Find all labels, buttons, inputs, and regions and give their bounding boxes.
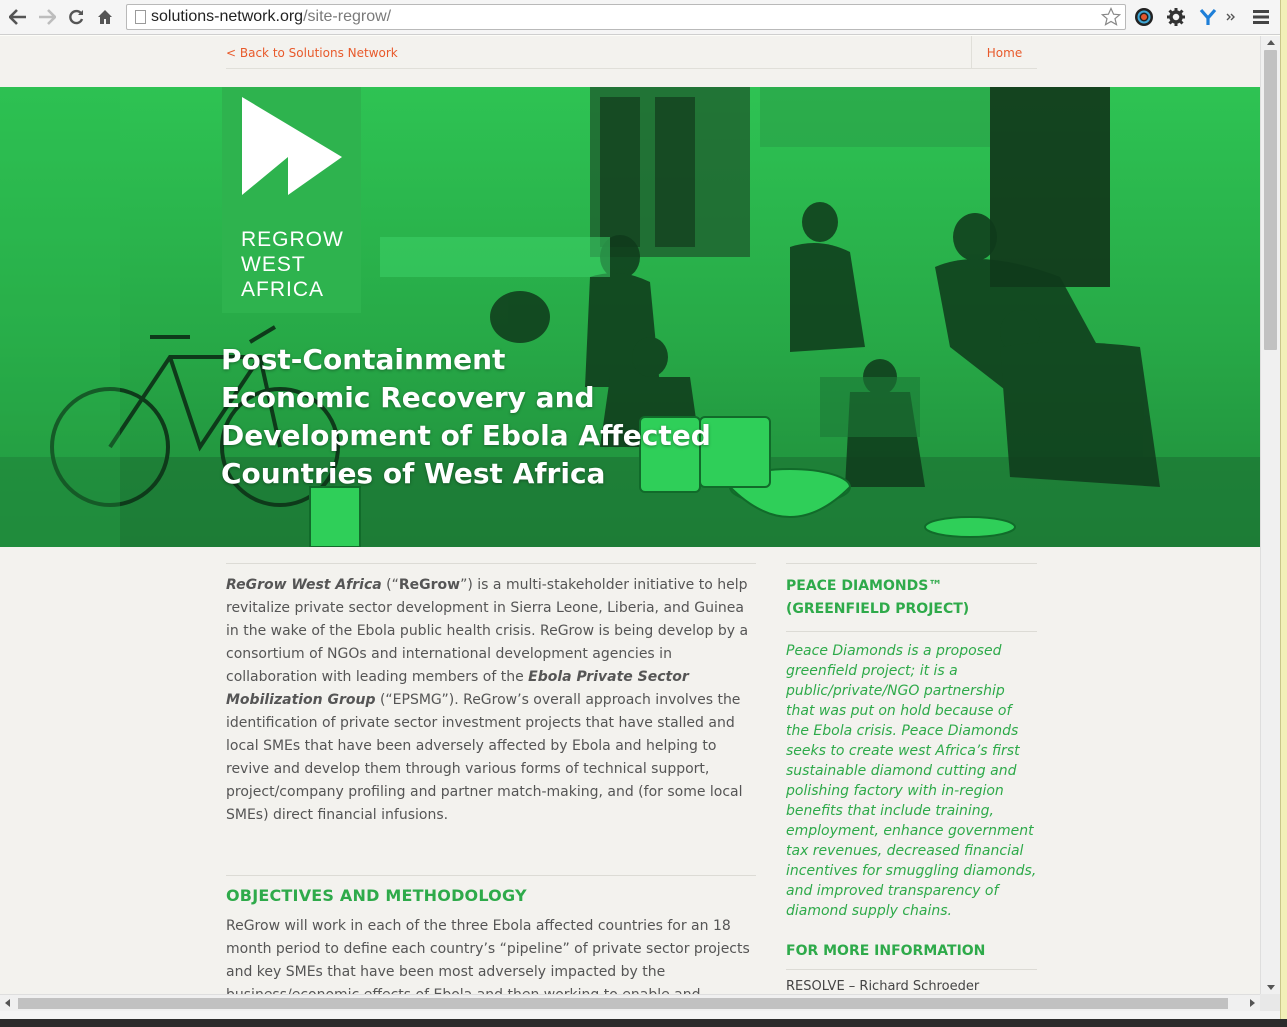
scroll-up-arrow-icon[interactable] [1267, 40, 1275, 45]
page-viewport: < Back to Solutions Network Home REGROW … [0, 36, 1260, 994]
url-text[interactable]: solutions-network.org/site-regrow/ [151, 8, 391, 26]
title-line: Economic Recovery and [221, 381, 595, 414]
horizontal-scrollbar[interactable] [0, 994, 1260, 1011]
regrow-play-logo [242, 97, 342, 195]
peace-diamonds-description: Peace Diamonds is a proposed greenfield … [786, 643, 1037, 919]
contact-line[interactable]: RESOLVE – Richard Schroeder [786, 979, 1037, 994]
page-icon [135, 10, 146, 24]
scrollbar-corner [1260, 994, 1280, 1011]
scroll-right-arrow-icon[interactable] [1250, 999, 1255, 1007]
page-title: Post-Containment Economic Recovery and D… [221, 341, 741, 493]
window-bottom-edge [0, 1011, 1280, 1019]
more-information-heading: FOR MORE INFORMATION [786, 943, 1037, 970]
main-content: ReGrow West Africa (“ReGrow”) is a multi… [226, 563, 756, 994]
logo-line: REGROW [241, 228, 344, 251]
org-name: ReGrow West Africa [226, 577, 382, 593]
back-arrow-icon[interactable] [5, 4, 31, 30]
logo-line: AFRICA [241, 278, 325, 301]
address-bar[interactable]: solutions-network.org/site-regrow/ [126, 4, 1126, 30]
objectives-heading: OBJECTIVES AND METHODOLOGY [226, 886, 527, 905]
intro-paragraph: ReGrow West Africa (“ReGrow”) is a multi… [226, 574, 756, 827]
y-extension-icon[interactable] [1195, 4, 1221, 30]
divider [786, 563, 1037, 564]
title-line: Countries of West Africa [221, 457, 606, 490]
logo-text: REGROW WEST AFRICA [241, 227, 344, 302]
window-frame-right [1280, 0, 1287, 1027]
back-to-solutions-network-link[interactable]: < Back to Solutions Network [226, 46, 398, 60]
intro-text: (“ [381, 577, 399, 593]
title-line: Development of Ebola Affected [221, 419, 711, 452]
title-line: Post-Containment [221, 343, 506, 376]
menu-icon[interactable] [1248, 4, 1274, 30]
hero-banner: REGROW WEST AFRICA Post-Containment Econ… [0, 87, 1260, 547]
forward-arrow-icon[interactable] [34, 4, 60, 30]
logo-line: WEST [241, 253, 306, 276]
taskbar-edge [0, 1019, 1287, 1027]
overflow-chevron-icon[interactable] [1222, 4, 1240, 30]
gear-icon[interactable] [1163, 4, 1189, 30]
heading-line: (GREENFIELD PROJECT) [786, 601, 970, 617]
peace-diamonds-heading: PEACE DIAMONDS™ (GREENFIELD PROJECT) [786, 575, 1037, 632]
divider [226, 563, 756, 564]
scroll-down-arrow-icon[interactable] [1267, 985, 1275, 990]
browser-toolbar: solutions-network.org/site-regrow/ [0, 0, 1280, 35]
star-icon[interactable] [1100, 7, 1122, 27]
intro-text: (“EPSMG”). ReGrow’s overall approach inv… [226, 692, 743, 823]
vertical-scrollbar[interactable] [1260, 36, 1280, 994]
home-link[interactable]: Home [971, 36, 1037, 69]
regrow-logo[interactable]: REGROW WEST AFRICA [222, 87, 361, 313]
home-icon[interactable] [92, 4, 118, 30]
top-navigation: < Back to Solutions Network Home [226, 36, 1037, 69]
color-wheel-icon[interactable] [1131, 4, 1157, 30]
horizontal-scroll-thumb[interactable] [18, 998, 1228, 1009]
reload-icon[interactable] [63, 4, 89, 30]
short-name: ReGrow [398, 577, 461, 593]
heading-line: PEACE DIAMONDS™ [786, 578, 943, 594]
sidebar: PEACE DIAMONDS™ (GREENFIELD PROJECT) Pea… [786, 563, 1037, 994]
scroll-left-arrow-icon[interactable] [5, 999, 10, 1007]
objectives-paragraph: ReGrow will work in each of the three Eb… [226, 918, 750, 994]
vertical-scroll-thumb[interactable] [1264, 50, 1277, 350]
divider [226, 875, 756, 876]
